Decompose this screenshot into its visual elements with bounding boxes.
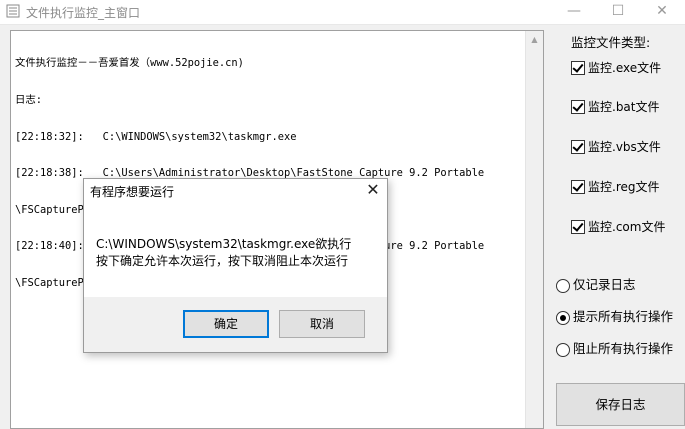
dialog-message-line: 按下确定允许本次运行，按下取消阻止本次运行 <box>96 254 349 268</box>
close-button[interactable]: ✕ <box>640 0 684 24</box>
checkbox-label: 监控.com文件 <box>588 220 666 234</box>
file-types-heading: 监控文件类型: <box>571 35 651 50</box>
log-line: [22:18:32]: C:\WINDOWS\system32\taskmgr.… <box>15 130 297 143</box>
dialog-message-line: C:\WINDOWS\system32\taskmgr.exe欲执行 <box>96 237 352 251</box>
radio-icon[interactable] <box>556 342 570 357</box>
minimize-button[interactable]: — <box>552 0 596 24</box>
checkbox-label: 监控.reg文件 <box>588 180 660 194</box>
window-title: 文件执行监控_主窗口 <box>26 6 141 20</box>
cancel-button[interactable]: 取消 <box>279 310 365 338</box>
checkbox-checked-icon[interactable] <box>571 219 585 234</box>
dialog-close-icon[interactable]: ✕ <box>362 180 384 200</box>
radio-selected-icon[interactable] <box>556 310 570 325</box>
save-log-button[interactable]: 保存日志 <box>556 383 685 426</box>
checkbox-checked-icon[interactable] <box>571 139 585 154</box>
vertical-scrollbar[interactable]: ▲ <box>525 31 543 428</box>
radio-label: 提示所有执行操作 <box>573 309 674 324</box>
checkbox-exe[interactable]: 监控.exe文件 <box>571 59 661 77</box>
checkbox-checked-icon[interactable] <box>571 179 585 194</box>
ok-button[interactable]: 确定 <box>183 310 269 338</box>
checkbox-checked-icon[interactable] <box>571 60 585 75</box>
checkbox-checked-icon[interactable] <box>571 99 585 114</box>
scroll-up-icon[interactable]: ▲ <box>526 31 543 48</box>
checkbox-label: 监控.bat文件 <box>588 100 660 114</box>
radio-label: 仅记录日志 <box>573 277 636 292</box>
maximize-button[interactable]: ☐ <box>596 0 640 24</box>
app-icon <box>6 4 20 18</box>
log-line: 日志: <box>15 94 43 107</box>
radio-block-all[interactable]: 阻止所有执行操作 <box>556 338 674 357</box>
checkbox-label: 监控.vbs文件 <box>588 140 661 154</box>
checkbox-com[interactable]: 监控.com文件 <box>571 218 665 236</box>
radio-log-only[interactable]: 仅记录日志 <box>556 274 636 293</box>
log-line: 文件执行监控－－吾爱首发（www.52pojie.cn) <box>15 57 244 70</box>
checkbox-bat[interactable]: 监控.bat文件 <box>571 98 660 116</box>
checkbox-vbs[interactable]: 监控.vbs文件 <box>571 138 661 156</box>
title-bar[interactable]: 文件执行监控_主窗口 — ☐ ✕ <box>0 0 685 25</box>
radio-prompt-all[interactable]: 提示所有执行操作 <box>556 306 674 325</box>
radio-label: 阻止所有执行操作 <box>573 341 674 356</box>
run-prompt-dialog: 有程序想要运行 ✕ C:\WINDOWS\system32\taskmgr.ex… <box>83 178 388 353</box>
checkbox-label: 监控.exe文件 <box>588 61 662 75</box>
checkbox-reg[interactable]: 监控.reg文件 <box>571 178 660 196</box>
dialog-title: 有程序想要运行 <box>90 185 175 199</box>
radio-icon[interactable] <box>556 278 570 293</box>
